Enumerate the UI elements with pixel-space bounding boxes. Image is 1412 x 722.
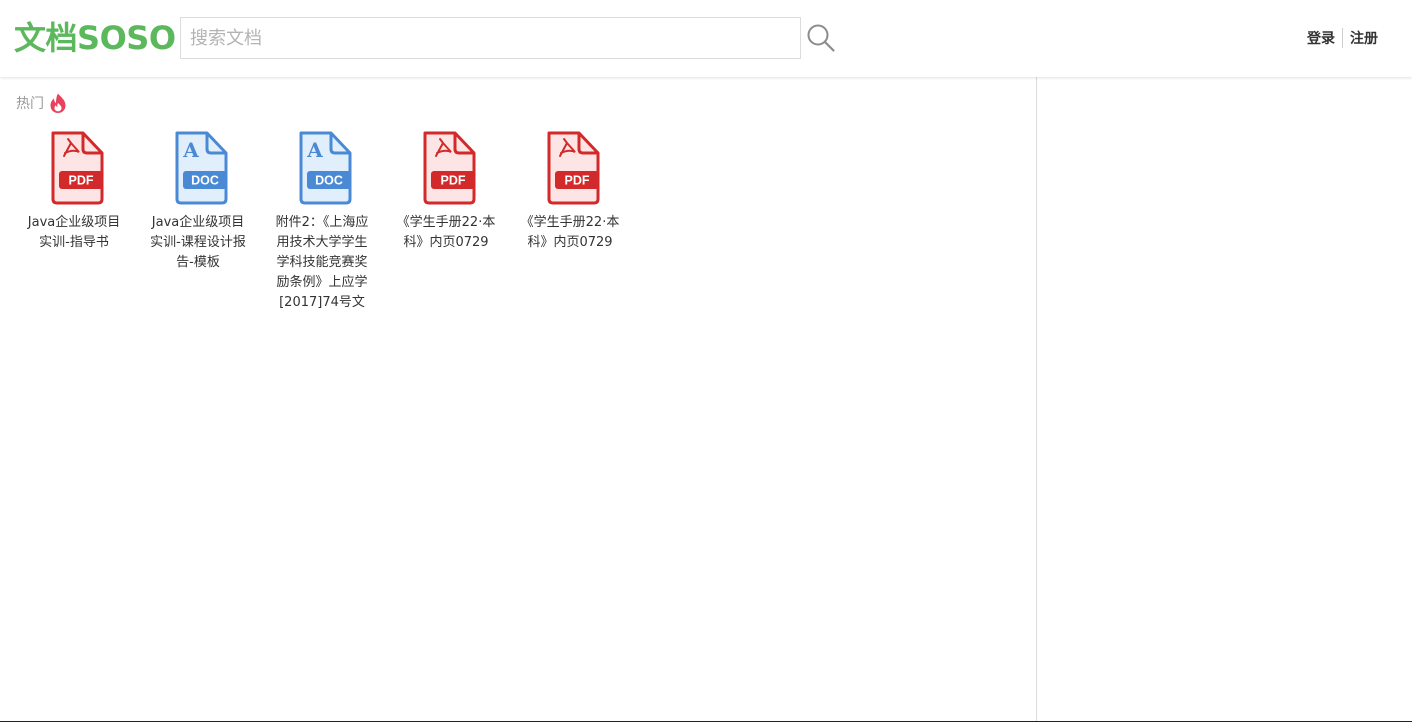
login-link[interactable]: 登录 [1307, 28, 1335, 48]
logo-en-text: SOSO [77, 19, 176, 57]
hot-document-list: PDF Java企业级项目实训-指导书 A DOC Java企业级项目实训-课程… [12, 131, 632, 313]
document-title[interactable]: Java企业级项目实训-指导书 [24, 213, 124, 253]
document-card[interactable]: A DOC Java企业级项目实训-课程设计报告-模板 [136, 131, 260, 313]
pdf-file-icon: PDF [547, 131, 600, 205]
hot-section-header: 热门 [16, 91, 68, 115]
hot-title: 热门 [16, 96, 44, 112]
file-type-badge: PDF [441, 174, 466, 188]
flame-icon [50, 93, 66, 113]
site-logo[interactable]: 文档SOSO [14, 18, 176, 58]
doc-file-icon: A DOC [175, 131, 228, 205]
search-input[interactable] [180, 17, 801, 59]
document-card[interactable]: PDF 《学生手册22·本科》内页0729 [384, 131, 508, 313]
file-type-badge: DOC [315, 174, 343, 188]
search-icon [807, 24, 835, 52]
main-content: 热门 PDF Java企业级项目实训-指导书 A DOC Java企业级项目实训… [0, 77, 1037, 722]
svg-text:A: A [306, 138, 323, 162]
pdf-file-icon: PDF [423, 131, 476, 205]
document-title[interactable]: Java企业级项目实训-课程设计报告-模板 [148, 213, 248, 273]
file-type-badge: DOC [191, 174, 219, 188]
document-title[interactable]: 《学生手册22·本科》内页0729 [396, 213, 496, 253]
file-type-badge: PDF [565, 174, 590, 188]
top-header: 文档SOSO 登录 注册 [0, 0, 1412, 77]
right-sidebar [1038, 77, 1412, 722]
document-title[interactable]: 附件2：《上海应用技术大学学生学科技能竞赛奖励条例》上应学[2017]74号文 [272, 213, 372, 313]
search-button[interactable] [806, 23, 836, 53]
document-card[interactable]: PDF 《学生手册22·本科》内页0729 [508, 131, 632, 313]
pdf-file-icon: PDF [51, 131, 104, 205]
auth-divider [1342, 28, 1343, 48]
doc-file-icon: A DOC [299, 131, 352, 205]
auth-links: 登录 注册 [1307, 28, 1378, 48]
file-type-badge: PDF [69, 174, 94, 188]
svg-text:A: A [182, 138, 199, 162]
document-card[interactable]: PDF Java企业级项目实训-指导书 [12, 131, 136, 313]
register-link[interactable]: 注册 [1350, 28, 1378, 48]
document-title[interactable]: 《学生手册22·本科》内页0729 [520, 213, 620, 253]
logo-cn-text: 文档 [14, 19, 78, 57]
document-card[interactable]: A DOC 附件2：《上海应用技术大学学生学科技能竞赛奖励条例》上应学[2017… [260, 131, 384, 313]
